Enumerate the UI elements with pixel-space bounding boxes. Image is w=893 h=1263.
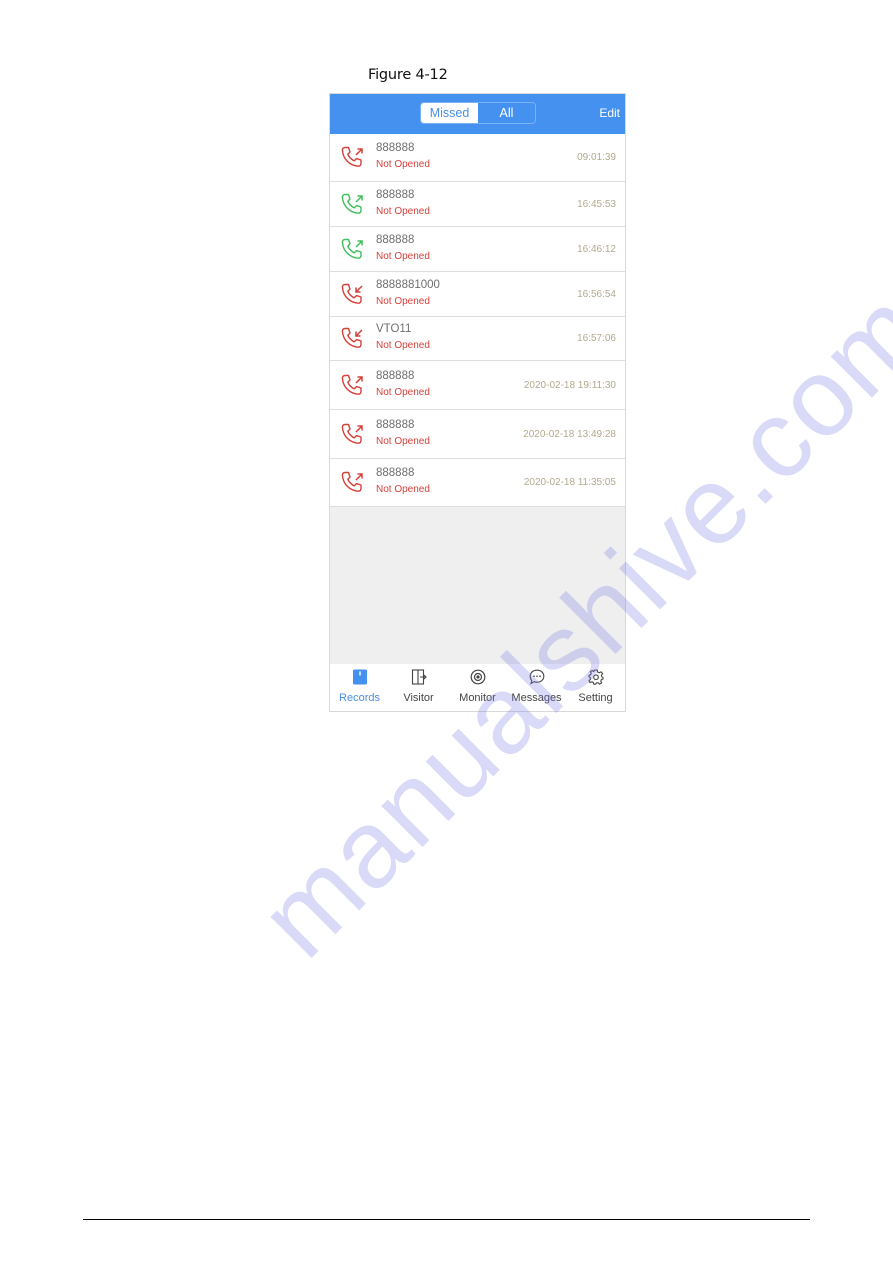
phone-screen: Missed All Edit 888888 Not Opened 09:01:39… — [329, 93, 626, 712]
record-name: 8888881000 — [376, 278, 440, 291]
nav-setting[interactable]: Setting — [566, 664, 625, 711]
record-name: VTO11 — [376, 323, 412, 335]
bottom-nav: Records Visitor Monitor Messages Setting — [330, 664, 625, 711]
nav-records[interactable]: Records — [330, 664, 389, 711]
record-name: 888888 — [376, 142, 415, 154]
nav-visitor[interactable]: Visitor — [389, 664, 448, 711]
record-status: Not Opened — [376, 159, 430, 170]
top-bar: Missed All Edit — [330, 94, 625, 134]
nav-messages[interactable]: Messages — [507, 664, 566, 711]
record-row[interactable]: VTO11 Not Opened 16:57:06 — [330, 317, 625, 361]
record-row[interactable]: 888888 Not Opened 16:45:53 — [330, 182, 625, 227]
record-status: Not Opened — [376, 250, 430, 262]
nav-label: Records — [339, 692, 380, 704]
record-row[interactable]: 888888 Not Opened 09:01:39 — [330, 134, 625, 182]
outgoing-call-icon — [341, 238, 363, 259]
nav-label: Monitor — [459, 692, 496, 704]
record-name: 888888 — [376, 369, 415, 382]
record-row[interactable]: 888888 Not Opened 2020-02-18 19:11:30 — [330, 361, 625, 410]
record-status: Not Opened — [376, 484, 430, 495]
tab-all[interactable]: All — [478, 103, 535, 123]
outgoing-call-icon — [341, 471, 363, 492]
record-row[interactable]: 888888 Not Opened 2020-02-18 13:49:28 — [330, 410, 625, 459]
record-time: 16:46:12 — [577, 243, 616, 255]
gear-icon — [587, 669, 604, 685]
nav-label: Messages — [511, 692, 562, 704]
record-time: 16:45:53 — [577, 198, 616, 210]
record-time: 2020-02-18 11:35:05 — [523, 477, 616, 488]
nav-label: Visitor — [403, 692, 434, 704]
edit-button[interactable]: Edit — [599, 106, 620, 120]
nav-monitor[interactable]: Monitor — [448, 664, 507, 711]
record-status: Not Opened — [376, 435, 430, 447]
record-name: 888888 — [376, 188, 415, 201]
record-name: 888888 — [376, 233, 415, 246]
message-bubble-icon — [529, 669, 544, 685]
record-time: 2020-02-18 19:11:30 — [523, 379, 616, 391]
incoming-call-icon — [341, 327, 363, 348]
record-status: Not Opened — [376, 205, 430, 217]
visitor-door-icon — [411, 669, 427, 685]
outgoing-call-icon — [341, 193, 363, 214]
outgoing-call-icon — [341, 146, 363, 167]
tab-missed[interactable]: Missed — [421, 103, 478, 123]
record-status: Not Opened — [376, 340, 430, 351]
record-name: 888888 — [376, 467, 415, 479]
records-list: 888888 Not Opened 09:01:39 888888 Not Opened… — [330, 134, 625, 507]
record-name: 888888 — [376, 418, 415, 431]
nav-label: Setting — [578, 692, 613, 704]
record-time: 16:57:06 — [577, 333, 616, 344]
record-row[interactable]: 888888 Not Opened 16:46:12 — [330, 227, 625, 272]
record-time: 16:56:54 — [577, 288, 616, 300]
record-time: 09:01:39 — [577, 152, 616, 163]
record-row[interactable]: 8888881000 Not Opened 16:56:54 — [330, 272, 625, 317]
monitor-camera-icon — [470, 669, 485, 685]
record-status: Not Opened — [376, 295, 430, 307]
footer-divider — [83, 1219, 810, 1220]
record-time: 2020-02-18 13:49:28 — [523, 428, 616, 440]
segmented-control: Missed All — [420, 102, 536, 124]
outgoing-call-icon — [341, 374, 363, 395]
record-row[interactable]: 888888 Not Opened 2020-02-18 11:35:05 — [330, 459, 625, 507]
outgoing-call-icon — [341, 423, 363, 444]
incoming-call-icon — [341, 283, 363, 304]
record-status: Not Opened — [376, 386, 430, 398]
figure-caption: Figure 4-12 — [368, 67, 448, 83]
records-icon — [352, 669, 367, 685]
